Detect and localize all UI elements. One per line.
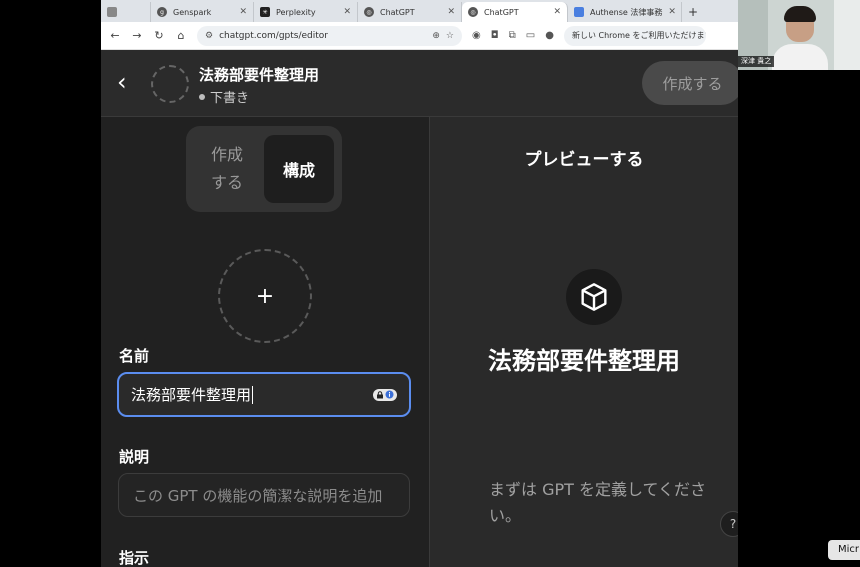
tab-label: Authense 法律事務 <box>590 7 663 17</box>
tab-genspark[interactable]: g Genspark ✕ <box>151 2 254 22</box>
home-icon[interactable]: ⌂ <box>175 29 187 42</box>
add-image-button[interactable]: + <box>218 249 312 343</box>
status-dot-icon <box>199 93 205 100</box>
mic-button[interactable]: Micr <box>828 540 860 560</box>
preview-title: プレビューする <box>524 150 644 170</box>
description-input[interactable]: この GPT の機能の簡潔な説明を追加 <box>118 473 410 517</box>
tab-create[interactable]: 作成 する <box>195 141 259 197</box>
cast-icon[interactable]: ▭ <box>526 30 535 41</box>
instructions-label: 指示 <box>119 549 150 567</box>
create-button[interactable]: 作成する <box>642 61 738 105</box>
participant-body <box>772 44 828 70</box>
cube-icon <box>581 283 607 311</box>
plus-icon: + <box>255 283 275 309</box>
tab-label: ChatGPT <box>380 7 415 17</box>
participant-hair <box>784 6 816 22</box>
genspark-icon: g <box>157 7 167 17</box>
preview-hint: まずは GPT を定義してください。 <box>489 480 707 525</box>
site-info-icon[interactable]: ⚙ <box>205 31 213 41</box>
password-manager-icon[interactable] <box>373 388 397 401</box>
name-input[interactable]: 法務部要件整理用 <box>117 372 411 417</box>
tab-label: Genspark <box>173 7 212 17</box>
webcam-background <box>834 0 860 70</box>
chrome-update-notice[interactable]: 新しい Chrome をご利用いただけます <box>563 25 706 46</box>
preview-gpt-name: 法務部要件整理用 <box>488 347 680 375</box>
url-text: chatgpt.com/gpts/editor <box>219 30 329 41</box>
tab-authense[interactable]: Authense 法律事務 ✕ <box>568 2 682 22</box>
forward-arrow-icon[interactable]: → <box>131 29 143 42</box>
extension-icon[interactable]: ◉ <box>472 30 481 41</box>
gpt-placeholder-avatar <box>566 269 622 325</box>
bookmark-star-icon[interactable]: ☆ <box>446 31 454 41</box>
close-icon[interactable]: ✕ <box>662 7 676 17</box>
status-text: 下書き <box>210 91 250 106</box>
perplexity-icon: ✳ <box>260 7 270 17</box>
tab-window-switcher[interactable] <box>101 2 151 22</box>
description-placeholder: この GPT の機能の簡潔な説明を追加 <box>133 486 383 505</box>
reload-icon[interactable]: ↻ <box>153 29 165 42</box>
tab-label: ChatGPT <box>484 7 519 17</box>
profile-icon[interactable]: ● <box>545 30 554 41</box>
close-icon[interactable]: ✕ <box>233 7 247 17</box>
lock-icon <box>377 390 383 398</box>
window-icon <box>107 7 117 17</box>
zoom-icon[interactable]: ⊕ <box>432 31 440 41</box>
tab-label: Perplexity <box>276 7 316 17</box>
close-icon[interactable]: ✕ <box>441 7 455 17</box>
description-label: 説明 <box>119 448 150 466</box>
help-button[interactable]: ? <box>720 511 738 537</box>
text-caret <box>252 385 254 404</box>
chevron-left-icon[interactable]: ‹ <box>117 70 127 94</box>
draft-status: 下書き <box>199 87 249 106</box>
gpt-editor-header: ‹ 法務部要件整理用 下書き 作成する <box>101 50 738 117</box>
info-icon <box>385 390 394 399</box>
url-input[interactable]: ⚙ chatgpt.com/gpts/editor ⊕ ☆ <box>197 25 462 46</box>
name-input-value: 法務部要件整理用 <box>131 386 252 404</box>
camera-icon[interactable]: ◘ <box>491 30 499 41</box>
close-icon[interactable]: ✕ <box>337 7 351 17</box>
participant-name: 深津 貴之 <box>738 56 775 67</box>
puzzle-icon[interactable]: ⧉ <box>509 30 516 41</box>
screen-share-stage: g Genspark ✕ ✳ Perplexity ✕ ◎ ChatGPT ✕ … <box>0 0 860 567</box>
back-arrow-icon[interactable]: ← <box>109 29 121 42</box>
new-tab-button[interactable]: + <box>682 2 704 22</box>
preview-panel: プレビューする 法務部要件整理用 まずは GPT を定義してください。 ? <box>429 117 738 567</box>
address-bar: ← → ↻ ⌂ ⚙ chatgpt.com/gpts/editor ⊕ ☆ ◉ … <box>101 22 738 50</box>
mode-segmented-control: 作成 する 構成 <box>186 126 342 212</box>
toolbar-icons: ◉ ◘ ⧉ ▭ ● <box>472 30 554 41</box>
gpt-title: 法務部要件整理用 <box>199 66 320 84</box>
tab-chatgpt-1[interactable]: ◎ ChatGPT ✕ <box>358 2 462 22</box>
webcam-tile: 深津 貴之 <box>738 0 860 70</box>
chatgpt-icon: ◎ <box>364 7 374 17</box>
gpt-avatar-placeholder[interactable] <box>151 65 189 103</box>
browser-window: g Genspark ✕ ✳ Perplexity ✕ ◎ ChatGPT ✕ … <box>101 0 738 567</box>
name-label: 名前 <box>119 347 150 365</box>
document-icon <box>574 7 584 17</box>
tab-bar: g Genspark ✕ ✳ Perplexity ✕ ◎ ChatGPT ✕ … <box>101 0 738 22</box>
chatgpt-icon: ◎ <box>468 7 478 17</box>
tab-chatgpt-active[interactable]: ◎ ChatGPT ✕ <box>462 2 568 22</box>
close-icon[interactable]: ✕ <box>547 7 561 17</box>
editor-panel: 作成 する 構成 + 名前 法務部要件整理用 説明 この GPT の機能の簡潔な説… <box>101 117 428 567</box>
tab-perplexity[interactable]: ✳ Perplexity ✕ <box>254 2 358 22</box>
tab-configure[interactable]: 構成 <box>264 135 334 203</box>
